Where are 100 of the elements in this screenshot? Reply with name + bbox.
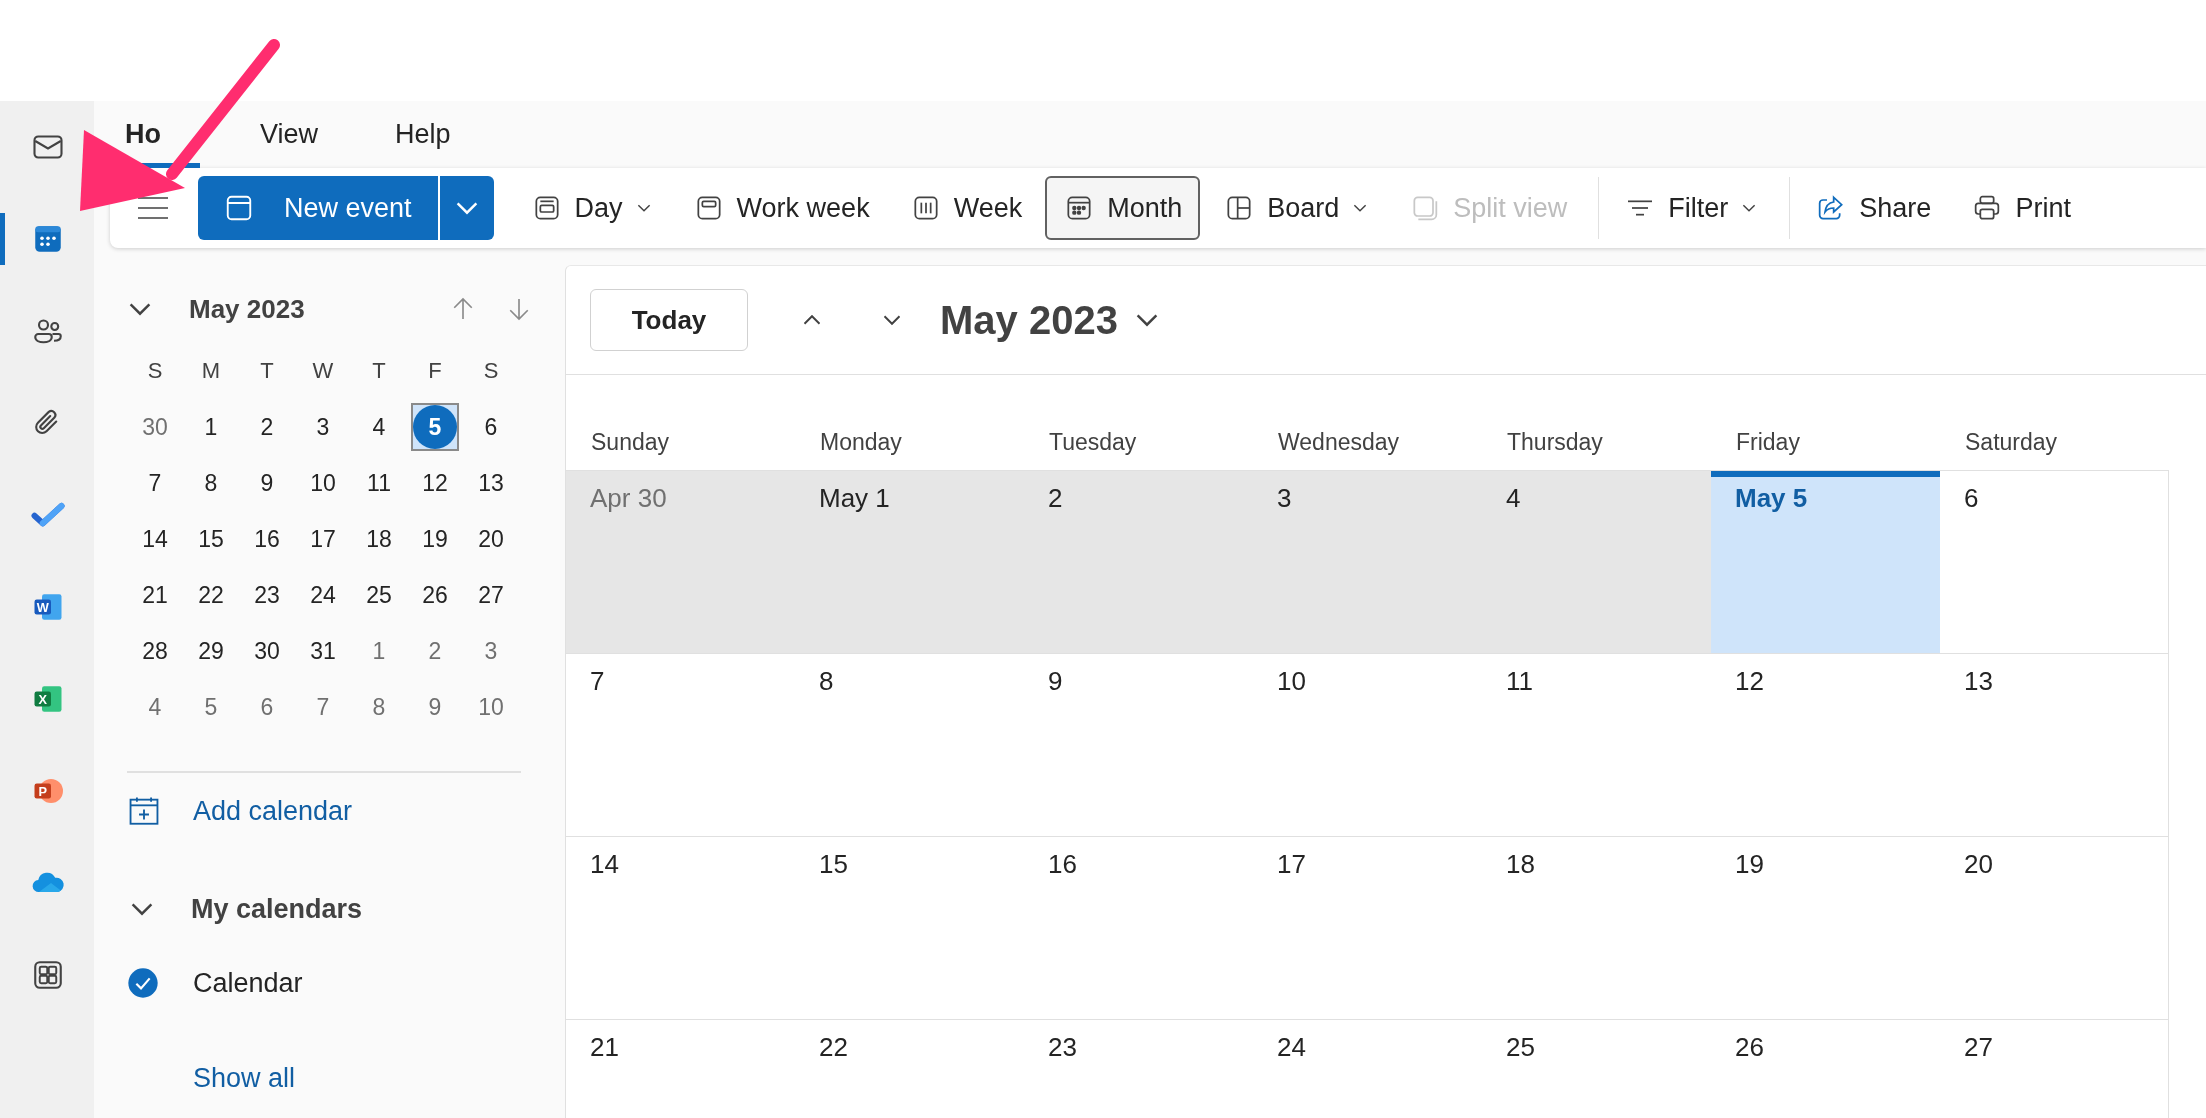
share-button[interactable]: Share xyxy=(1798,176,1949,240)
print-button[interactable]: Print xyxy=(1954,176,2088,240)
calendar-icon xyxy=(224,193,254,223)
show-all-link[interactable]: Show all xyxy=(193,1063,296,1094)
mini-calendar-day[interactable]: 10 xyxy=(295,455,351,511)
mini-calendar-day[interactable]: 26 xyxy=(407,567,463,623)
date-label: 9 xyxy=(1048,666,1063,696)
today-button[interactable]: Today xyxy=(590,289,748,351)
work-week-button[interactable]: Work week xyxy=(675,176,887,240)
board-button[interactable]: Board xyxy=(1206,176,1387,240)
checked-circle-icon[interactable] xyxy=(127,967,159,999)
day-cell[interactable]: 3 xyxy=(1253,471,1482,654)
mini-calendar-day[interactable]: 2 xyxy=(407,623,463,679)
date-label: 16 xyxy=(1048,849,1077,879)
mini-calendar-day[interactable]: 8 xyxy=(183,455,239,511)
date-label: 25 xyxy=(1506,1032,1535,1062)
mini-calendar-day[interactable]: 30 xyxy=(127,399,183,455)
date-label: 21 xyxy=(590,1032,619,1062)
mini-calendar-day[interactable]: 25 xyxy=(351,567,407,623)
mini-calendar-day[interactable]: 11 xyxy=(351,455,407,511)
mini-calendar-day[interactable]: 6 xyxy=(463,399,519,455)
month-button[interactable]: Month xyxy=(1045,176,1201,240)
mini-calendar-day[interactable]: 3 xyxy=(463,623,519,679)
mini-calendar-day[interactable]: 4 xyxy=(127,679,183,735)
mini-calendar-day[interactable]: 31 xyxy=(295,623,351,679)
mini-calendar-day[interactable]: 3 xyxy=(295,399,351,455)
date-label: 27 xyxy=(1964,1032,1993,1062)
mini-calendar-day[interactable]: 1 xyxy=(351,623,407,679)
mini-calendar-day[interactable]: 4 xyxy=(351,399,407,455)
ribbon-tab[interactable]: View xyxy=(260,101,335,168)
filter-button[interactable]: Filter xyxy=(1607,176,1776,240)
weekday-label: T xyxy=(259,357,275,385)
date-label: 20 xyxy=(1964,849,1993,879)
mini-calendar-day[interactable]: 7 xyxy=(295,679,351,735)
day-button[interactable]: Day xyxy=(513,176,670,240)
rail-document-app-button[interactable]: W xyxy=(22,581,74,633)
date-label: 26 xyxy=(1735,1032,1764,1062)
week-button[interactable]: Week xyxy=(892,176,1040,240)
new-event-button[interactable]: New event xyxy=(198,176,438,240)
date-label: 17 xyxy=(1277,849,1306,879)
mini-calendar-day[interactable]: 20 xyxy=(463,511,519,567)
mini-calendar-day[interactable]: 9 xyxy=(239,455,295,511)
new-event-dropdown-button[interactable] xyxy=(437,176,494,240)
date-label: Apr 30 xyxy=(590,483,667,513)
mini-calendar-day[interactable]: 28 xyxy=(127,623,183,679)
date-label: 7 xyxy=(590,666,605,696)
date-label: 14 xyxy=(590,849,619,879)
day-cell[interactable]: Apr 30 xyxy=(566,471,795,654)
mini-calendar-day[interactable]: 10 xyxy=(463,679,519,735)
mini-calendar-title: May 2023 xyxy=(189,293,306,325)
day-cell[interactable]: 6 xyxy=(1940,471,2169,654)
mini-calendar-day[interactable]: 23 xyxy=(239,567,295,623)
calendar-name: Calendar xyxy=(193,967,303,999)
date-label: 18 xyxy=(1506,849,1535,879)
date-label: 15 xyxy=(819,849,848,879)
day-cell[interactable]: 13 xyxy=(1940,654,2169,837)
date-label: 10 xyxy=(1277,666,1306,696)
date-label: 4 xyxy=(1506,483,1521,513)
mini-calendar-day[interactable]: 15 xyxy=(183,511,239,567)
today-cell[interactable]: May 5 xyxy=(1711,471,1940,654)
weekday-label: F xyxy=(427,357,443,385)
mini-calendar-day[interactable]: 16 xyxy=(239,511,295,567)
mini-calendar-day[interactable]: 9 xyxy=(407,679,463,735)
mini-calendar-day[interactable]: 8 xyxy=(351,679,407,735)
day-cell[interactable]: 4 xyxy=(1482,471,1711,654)
mini-calendar-day[interactable]: 18 xyxy=(351,511,407,567)
mini-calendar-day[interactable]: 29 xyxy=(183,623,239,679)
menu-icon[interactable] xyxy=(136,195,170,221)
day-cell[interactable]: May 1 xyxy=(795,471,1024,654)
ribbon-tab[interactable]: Ho xyxy=(125,101,200,168)
day-cell[interactable]: 20 xyxy=(1940,837,2169,1020)
mini-calendar-day[interactable]: 7 xyxy=(127,455,183,511)
mini-calendar-day[interactable]: 27 xyxy=(463,567,519,623)
date-label: 13 xyxy=(1964,666,1993,696)
mini-calendar-day[interactable]: 1 xyxy=(183,399,239,455)
mini-calendar-day[interactable]: 5 xyxy=(411,403,459,451)
mini-calendar-day[interactable]: 24 xyxy=(295,567,351,623)
date-label: 22 xyxy=(819,1032,848,1062)
mini-calendar-day[interactable]: 14 xyxy=(127,511,183,567)
mini-calendar-day[interactable]: 12 xyxy=(407,455,463,511)
ribbon-tab[interactable]: Help xyxy=(395,101,470,168)
rail-presentation-app-button[interactable]: P xyxy=(22,765,74,817)
mini-calendar-day[interactable]: 17 xyxy=(295,511,351,567)
mini-calendar-day[interactable]: 13 xyxy=(463,455,519,511)
mini-calendar-day[interactable]: 30 xyxy=(239,623,295,679)
mini-calendar-day[interactable]: 22 xyxy=(183,567,239,623)
day-cell[interactable]: 2 xyxy=(1024,471,1253,654)
date-label: 6 xyxy=(1964,483,1979,513)
add-calendar-link[interactable]: Add calendar xyxy=(193,795,353,827)
date-label: May 5 xyxy=(1735,483,1808,513)
mini-calendar-day[interactable]: 2 xyxy=(239,399,295,455)
mini-calendar-day[interactable]: 19 xyxy=(407,511,463,567)
date-label: 24 xyxy=(1277,1032,1306,1062)
mini-calendar-day[interactable]: 5 xyxy=(183,679,239,735)
month-picker[interactable]: May 2023 xyxy=(940,297,1162,343)
mini-calendar-day[interactable]: 21 xyxy=(127,567,183,623)
date-label: 8 xyxy=(819,666,834,696)
rail-spreadsheet-app-button[interactable]: X xyxy=(22,673,74,725)
my-calendars-toggle[interactable]: My calendars xyxy=(127,881,560,937)
mini-calendar-day[interactable]: 6 xyxy=(239,679,295,735)
